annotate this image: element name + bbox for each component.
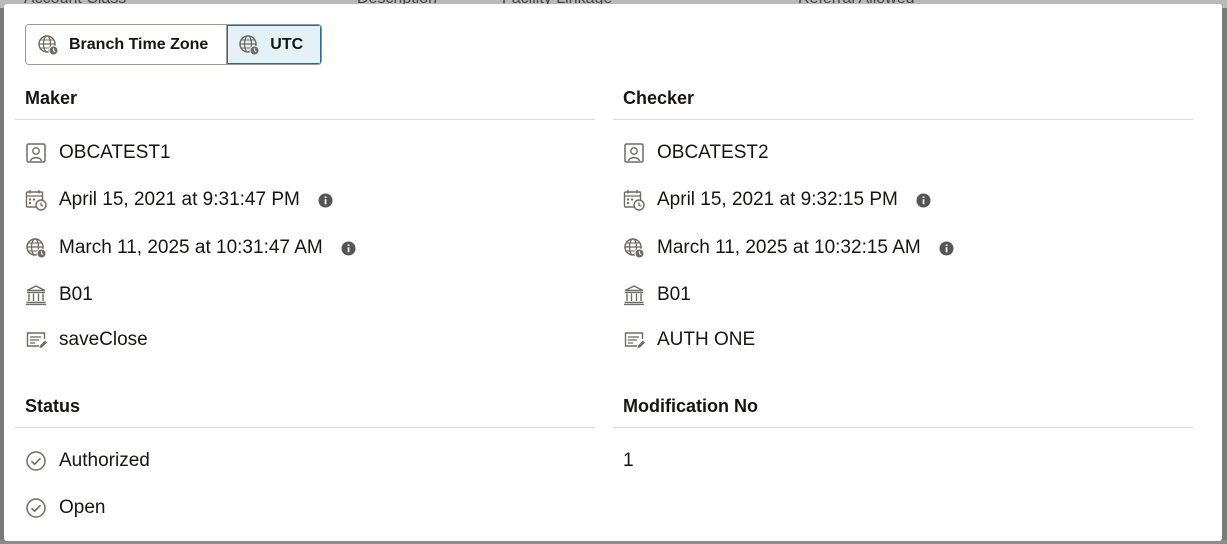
branch-time-zone-button[interactable]: Branch Time Zone — [26, 25, 227, 64]
maker-remarks-row: saveClose — [25, 327, 148, 353]
maker-utc-datetime-row: March 11, 2025 at 10:31:47 AM — [25, 235, 356, 261]
checker-remarks: AUTH ONE — [657, 329, 756, 350]
info-icon[interactable] — [916, 193, 931, 208]
status-title: Status — [25, 396, 81, 416]
checker-utc-datetime: March 11, 2025 at 10:32:15 AM — [657, 237, 921, 258]
maker-branch-row: B01 — [25, 282, 93, 308]
maker-user-row: OBCATEST1 — [25, 140, 171, 166]
utc-label: UTC — [270, 35, 304, 53]
calendar-clock-icon — [25, 189, 47, 211]
user-icon — [623, 142, 645, 164]
user-icon — [25, 142, 47, 164]
bank-icon — [623, 284, 645, 306]
checker-branch: B01 — [657, 284, 691, 305]
maker-divider — [15, 119, 595, 120]
record-status-row: Open — [25, 495, 105, 521]
checker-utc-datetime-row: March 11, 2025 at 10:32:15 AM — [623, 235, 954, 261]
note-edit-icon — [623, 329, 645, 351]
maker-user-id: OBCATEST1 — [59, 142, 171, 163]
modification-divider — [613, 427, 1193, 428]
maker-remarks: saveClose — [59, 329, 148, 350]
modification-row: 1 — [623, 448, 634, 474]
checker-user-id: OBCATEST2 — [657, 142, 769, 163]
utc-button[interactable]: UTC — [226, 25, 322, 64]
checker-datetime: April 15, 2021 at 9:32:15 PM — [657, 189, 898, 210]
audit-dialog: Branch Time Zone UTC Maker OBCATEST1 Apr… — [4, 4, 1222, 541]
auth-status-row: Authorized — [25, 448, 150, 474]
maker-datetime: April 15, 2021 at 9:31:47 PM — [59, 189, 300, 210]
auth-status: Authorized — [59, 450, 150, 471]
maker-datetime-row: April 15, 2021 at 9:31:47 PM — [25, 187, 333, 213]
info-icon[interactable] — [341, 241, 356, 256]
checker-divider — [613, 119, 1193, 120]
checker-branch-row: B01 — [623, 282, 691, 308]
calendar-clock-icon — [623, 189, 645, 211]
timezone-toggle: Branch Time Zone UTC — [25, 24, 323, 65]
modification-number: 1 — [623, 450, 634, 471]
check-circle-icon — [25, 450, 47, 472]
note-edit-icon — [25, 329, 47, 351]
maker-title: Maker — [25, 88, 78, 108]
branch-time-zone-label: Branch Time Zone — [69, 35, 209, 53]
bank-icon — [25, 284, 47, 306]
check-circle-icon — [25, 497, 47, 519]
info-icon[interactable] — [939, 241, 954, 256]
checker-user-row: OBCATEST2 — [623, 140, 769, 166]
globe-clock-icon — [25, 237, 47, 259]
globe-clock-icon — [37, 34, 59, 56]
modification-title: Modification No — [623, 396, 758, 416]
status-divider — [15, 427, 595, 428]
globe-clock-icon — [623, 237, 645, 259]
maker-utc-datetime: March 11, 2025 at 10:31:47 AM — [59, 237, 323, 258]
info-icon[interactable] — [318, 193, 333, 208]
globe-clock-icon — [238, 34, 260, 56]
record-status: Open — [59, 497, 106, 518]
checker-title: Checker — [623, 88, 695, 108]
maker-branch: B01 — [59, 284, 93, 305]
checker-remarks-row: AUTH ONE — [623, 327, 755, 353]
checker-datetime-row: April 15, 2021 at 9:32:15 PM — [623, 187, 931, 213]
